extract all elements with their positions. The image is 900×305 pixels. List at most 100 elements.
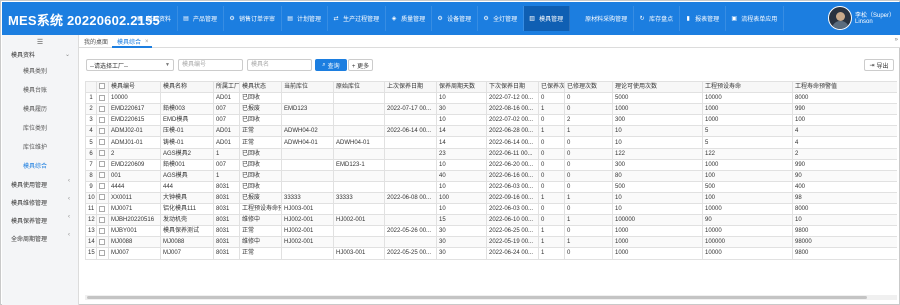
column-header[interactable]: 模具名称 [160, 81, 214, 94]
sidebar-item-3[interactable]: 库位类别 [2, 118, 78, 137]
more-button[interactable]: + 更多 [348, 59, 373, 71]
factory-select[interactable]: --请选择工厂-- ▼ [86, 59, 174, 71]
column-header[interactable]: 模具编号 [108, 81, 161, 94]
user-profile[interactable]: 李松（Super） Linson [828, 6, 898, 31]
row-checkbox[interactable] [99, 127, 105, 134]
table-row[interactable]: 13 MJBY001 模具保养测试 8031 正常 HJ002-001 2022-05-26… [85, 225, 897, 238]
table-row[interactable]: 7 EMD220609 鉛模001 007 已回收 EMD123-1 10 2022-06-2… [85, 158, 897, 171]
nav-item-1[interactable]: ▤ 产品管理 [178, 6, 225, 31]
mold-name-input[interactable] [247, 59, 312, 71]
nav-item-11[interactable]: ▮ 报表管理 [680, 6, 727, 31]
nav-item-12[interactable]: ▣ 流程表单应用 [726, 6, 785, 31]
row-select[interactable] [96, 158, 109, 171]
row-select[interactable] [96, 203, 109, 216]
row-select[interactable] [96, 214, 109, 227]
row-checkbox[interactable] [99, 105, 105, 112]
row-select[interactable] [96, 180, 109, 193]
nav-item-10[interactable]: ↻ 库存盘点 [634, 6, 681, 31]
sidebar-item-0[interactable]: 模具类别 [2, 61, 78, 80]
row-checkbox[interactable] [99, 238, 105, 245]
column-header[interactable]: 上次保养日期 [384, 81, 437, 94]
row-checkbox[interactable] [99, 249, 105, 256]
row-checkbox[interactable] [99, 205, 105, 212]
row-checkbox[interactable] [99, 194, 105, 201]
table-cell: 2022-06-14 00... [486, 136, 539, 149]
row-select[interactable] [96, 114, 109, 127]
row-checkbox[interactable] [99, 150, 105, 157]
menu-toggle-icon[interactable]: ☰ [2, 35, 78, 48]
scrollbar-thumb[interactable] [87, 296, 867, 299]
row-select[interactable] [96, 103, 109, 116]
row-checkbox[interactable] [99, 94, 105, 101]
row-checkbox[interactable] [99, 172, 105, 179]
sidebar-group-mold-data[interactable]: 模具资料 ⌄ [2, 48, 78, 61]
mold-code-input[interactable] [178, 59, 243, 71]
sidebar-group-2[interactable]: 模具保养管理 ‹ [2, 211, 78, 229]
tab-scroll-icon[interactable]: » [895, 37, 898, 43]
row-select[interactable] [96, 147, 109, 160]
row-checkbox[interactable] [99, 116, 105, 123]
row-checkbox[interactable] [99, 216, 105, 223]
avatar[interactable] [828, 6, 852, 30]
row-select[interactable] [96, 247, 109, 260]
column-header[interactable]: 工程预设寿命 [702, 81, 793, 94]
sidebar-group-3[interactable]: 全命周期管理 ‹ [2, 229, 78, 247]
column-header[interactable]: 下次保养日期 [486, 81, 539, 94]
table-row[interactable]: 2 EMD220617 鉛模003 007 已报废 EMD123 2022-07-17 00… [85, 103, 897, 116]
nav-item-3[interactable]: ▤ 计划管理 [282, 6, 329, 31]
row-select[interactable] [96, 191, 109, 205]
nav-item-8[interactable]: ▥ 模具管理 [524, 6, 571, 31]
column-header[interactable]: 理论可使用次数 [612, 81, 703, 94]
nav-item-6[interactable]: ⚙ 设备管理 [432, 6, 479, 31]
search-button[interactable]: ⌕ 查询 [315, 59, 347, 71]
table-row[interactable]: 4 ADMJ02-01 压模-01 AD01 正常 ADWH04-02 2022-06-14… [85, 125, 897, 138]
row-checkbox[interactable] [99, 227, 105, 234]
row-select[interactable] [96, 92, 109, 105]
table-row[interactable]: 14 MJ0088 MJ0088 8031 维修中 HJ002-001 30 2022-05-… [85, 236, 897, 249]
row-select[interactable] [96, 225, 109, 238]
table-row[interactable]: 8 001 AGS模具 1 已回收 40 2022-06-16 00... 0 0 80 100 90 [85, 169, 897, 182]
sidebar-item-2[interactable]: 模具履历 [2, 99, 78, 118]
column-header[interactable]: 模具状态 [239, 81, 282, 94]
table-row[interactable]: 12 MJBH20220516 发动机壳 8031 维修中 HJ002-001 HJ002-… [85, 214, 897, 227]
table-row[interactable]: 11MJ0071铝化模具1118031工程预设寿命预警HJ003-0011020… [85, 203, 897, 216]
sidebar-group-0[interactable]: 模具使用管理 ‹ [2, 175, 78, 193]
row-checkbox[interactable] [99, 138, 105, 145]
column-header[interactable]: 当前库位 [281, 81, 334, 94]
nav-item-4[interactable]: ⇄ 生产过程管理 [328, 6, 387, 31]
horizontal-scrollbar[interactable] [85, 295, 897, 300]
header-select-all[interactable] [96, 81, 109, 94]
table-row[interactable]: 6 2 AGS模具2 1 已回收 23 2022-06-11 00... 0 0 122 122 2 [85, 147, 897, 160]
row-select[interactable] [96, 136, 109, 149]
nav-item-5[interactable]: ◈ 质量管理 [386, 6, 433, 31]
row-select[interactable] [96, 236, 109, 249]
nav-item-0[interactable]: ▦ 基础资料 [132, 6, 179, 31]
table-row[interactable]: 3 EMD220615 EMD模具 007 已回收 10 2022-07-02 00... 0… [85, 114, 897, 127]
column-header[interactable]: 保养周期天数 [436, 81, 487, 94]
sidebar-group-1[interactable]: 模具维修管理 ‹ [2, 193, 78, 211]
column-header[interactable]: 原始库位 [333, 81, 385, 94]
select-all-checkbox[interactable] [99, 83, 105, 90]
column-header[interactable]: 工程寿命预警值 [792, 81, 897, 94]
row-checkbox[interactable] [99, 161, 105, 168]
row-select[interactable] [96, 125, 109, 138]
table-row[interactable]: 15 MJ007 MJ007 8031 正常 HJ003-001 2022-05-25 00… [85, 247, 897, 260]
table-row[interactable]: 5 ADMJ01-01 铸模-01 AD01 正常 ADWH04-01 ADWH04-01 1… [85, 136, 897, 149]
sidebar-item-1[interactable]: 模具台账 [2, 80, 78, 99]
tab-home[interactable]: 我的桌面 [84, 35, 108, 48]
close-icon[interactable]: × [145, 39, 149, 45]
table-row[interactable]: 9 4444 444 8031 已回收 10 2022-06-03 00... 0 0 500 50… [85, 180, 897, 193]
column-header[interactable]: 已修理次数 [564, 81, 613, 94]
row-checkbox[interactable] [99, 183, 105, 190]
column-header[interactable]: 已保养次数 [538, 81, 565, 94]
nav-item-2[interactable]: ⚙ 销售订单评审 [224, 6, 283, 31]
column-header[interactable]: 所属工厂 [213, 81, 240, 94]
table-row[interactable]: 10 XX0011 大钟模具 8031 已报废 33333 33333 2022-06-08 … [85, 191, 897, 205]
table-row[interactable]: 1 10000 AD01 已回收 10 2022-07-12 00... 0 0 5000 100… [85, 92, 897, 105]
nav-item-7[interactable]: ⚙ 全灯管理 [478, 6, 525, 31]
nav-item-9[interactable]: 原材料采购管理 [570, 6, 635, 31]
sidebar-item-5[interactable]: 模具综合 [2, 156, 78, 175]
sidebar-item-4[interactable]: 库位维护 [2, 137, 78, 156]
row-select[interactable] [96, 169, 109, 182]
export-button[interactable]: ⇥ 导出 [864, 59, 894, 71]
